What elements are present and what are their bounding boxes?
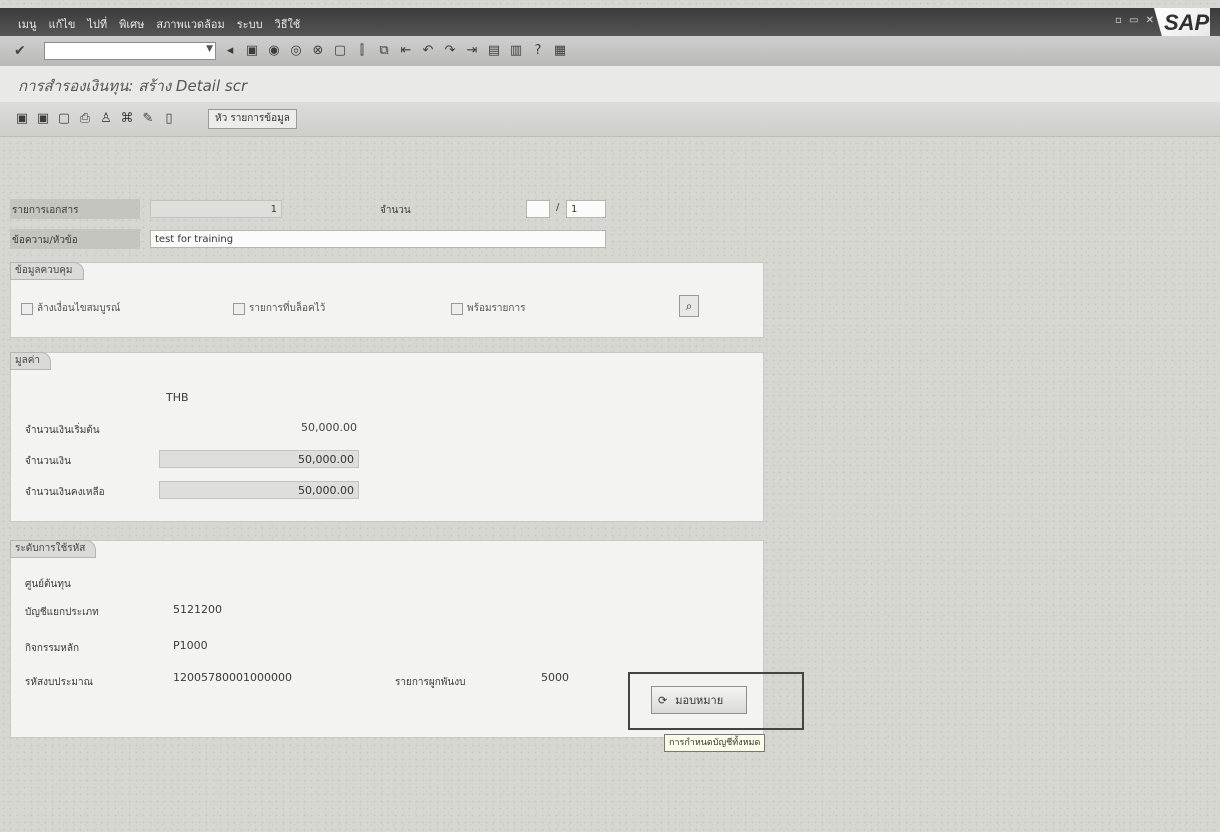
group-title: ระดับการใช้รหัส bbox=[10, 540, 97, 558]
prev-page-icon[interactable]: ↶ bbox=[420, 42, 436, 58]
checkbox-box[interactable] bbox=[21, 302, 33, 315]
group-title: มูลค่า bbox=[10, 352, 52, 370]
checkbox-label: พร้อมรายการ bbox=[467, 303, 526, 314]
amount-label: จำนวนเงินคงเหลือ bbox=[25, 487, 105, 498]
next-page-icon[interactable]: ↷ bbox=[442, 42, 458, 58]
attach-icon[interactable]: ⌘ bbox=[119, 110, 135, 126]
last-page-icon[interactable]: ⇥ bbox=[464, 42, 480, 58]
application-toolbar: ▣ ▣ ▢ ⎙ ♙ ⌘ ✎ ▯ หัว รายการข้อมูล bbox=[0, 102, 1220, 137]
gl-account-value[interactable]: 5121200 bbox=[173, 603, 222, 616]
back-icon[interactable]: ◉ bbox=[266, 42, 282, 58]
amount-field[interactable]: 50,000.00 bbox=[159, 450, 359, 468]
menu-item[interactable]: ระบบ bbox=[237, 15, 263, 33]
slash-separator: / bbox=[556, 202, 560, 213]
doc-item-field[interactable]: 1 bbox=[150, 200, 282, 218]
amount-field[interactable]: 50,000.00 bbox=[159, 481, 359, 499]
assign-button[interactable]: ⟳ มอบหมาย bbox=[651, 686, 747, 714]
command-field[interactable]: ▼ bbox=[44, 42, 216, 60]
menu-item[interactable]: วิธีใช้ bbox=[275, 15, 301, 33]
app-icons: ▣ ▣ ▢ ⎙ ♙ ⌘ ✎ ▯ bbox=[14, 110, 177, 126]
quantity-field-a[interactable] bbox=[526, 200, 550, 218]
amount-label: จำนวนเงินเริ่มต้น bbox=[25, 425, 100, 436]
system-toolbar: ✔ ▼ ◂ ▣ ◉ ◎ ⊗ ▢ ⫿ ⧉ ⇤ ↶ ↷ ⇥ ▤ ▥ ? ▦ bbox=[0, 36, 1220, 67]
menu-item[interactable]: แก้ไข bbox=[49, 15, 76, 33]
menu-bar: เมนู แก้ไข ไปที่ พิเศษ สภาพแวดล้อม ระบบ … bbox=[0, 8, 1220, 44]
amount-label: จำนวนเงิน bbox=[25, 456, 71, 467]
find-next-icon[interactable]: ⧉ bbox=[376, 42, 392, 58]
currency-label: THB bbox=[166, 391, 189, 404]
detail-icon[interactable]: ⌕ bbox=[679, 295, 699, 317]
header-items-button[interactable]: หัว รายการข้อมูล bbox=[208, 109, 297, 129]
print-icon[interactable]: ⎙ bbox=[77, 110, 93, 126]
page-title: การสำรองเงินทุน: สร้าง Detail scr bbox=[18, 77, 248, 95]
system-icons: ◂ ▣ ◉ ◎ ⊗ ▢ ⫿ ⧉ ⇤ ↶ ↷ ⇥ ▤ ▥ ? ▦ bbox=[222, 42, 568, 58]
budget-label: รหัสงบประมาณ bbox=[25, 677, 93, 688]
cost-center-label: ศูนย์ต้นทุน bbox=[25, 579, 71, 590]
fund-label: กิจกรรมหลัก bbox=[25, 643, 80, 654]
budget-value[interactable]: 12005780001000000 bbox=[173, 671, 292, 684]
change-icon[interactable]: ▣ bbox=[35, 110, 51, 126]
delete-icon[interactable]: ▯ bbox=[161, 110, 177, 126]
new-session-icon[interactable]: ▤ bbox=[486, 42, 502, 58]
checkbox-label: ล้างเงื่อนไขสมบูรณ์ bbox=[37, 303, 121, 314]
edit-icon[interactable]: ✎ bbox=[140, 110, 156, 126]
cancel-icon[interactable]: ⊗ bbox=[310, 42, 326, 58]
window-controls[interactable]: ▫ ▭ ✕ bbox=[1115, 15, 1156, 26]
gl-account-label: บัญชีแยกประเภท bbox=[25, 607, 99, 618]
quantity-field[interactable]: 1 bbox=[566, 200, 606, 218]
group-amounts: มูลค่า THB จำนวนเงินเริ่มต้น 50,000.00 จ… bbox=[10, 352, 764, 522]
shortcut-icon[interactable]: ▥ bbox=[508, 42, 524, 58]
print-icon[interactable]: ▢ bbox=[332, 42, 348, 58]
chevron-down-icon[interactable]: ▼ bbox=[206, 44, 213, 54]
checkbox-complete[interactable]: ล้างเงื่อนไขสมบูรณ์ bbox=[21, 301, 120, 316]
doc-item-label: รายการเอกสาร bbox=[12, 205, 79, 216]
sap-logo-text: SAP bbox=[1164, 10, 1210, 35]
help-icon[interactable]: ? bbox=[530, 42, 546, 58]
menu-item[interactable]: สภาพแวดล้อม bbox=[156, 15, 224, 33]
exit-icon[interactable]: ◎ bbox=[288, 42, 304, 58]
enter-icon[interactable]: ✔ bbox=[14, 43, 26, 59]
fund-value[interactable]: P1000 bbox=[173, 639, 208, 652]
assign-icon: ⟳ bbox=[658, 693, 668, 707]
layout-icon[interactable]: ▦ bbox=[552, 42, 568, 58]
checkbox-box[interactable] bbox=[451, 302, 463, 315]
menu-item[interactable]: ไปที่ bbox=[87, 15, 107, 33]
screen-title-bar: การสำรองเงินทุน: สร้าง Detail scr bbox=[0, 66, 1220, 102]
checkbox-ready[interactable]: พร้อมรายการ bbox=[451, 301, 525, 316]
group-control-data: ข้อมูลควบคุม ล้างเงื่อนไขสมบูรณ์ รายการท… bbox=[10, 262, 764, 338]
assign-button-label: มอบหมาย bbox=[675, 694, 724, 707]
group-title: ข้อมูลควบคุม bbox=[10, 262, 84, 280]
find-icon[interactable]: ⫿ bbox=[354, 42, 370, 58]
display-icon[interactable]: ▣ bbox=[14, 110, 30, 126]
text-field[interactable]: test for training bbox=[150, 230, 606, 248]
checkbox-label: รายการที่บล็อคไว้ bbox=[249, 303, 326, 314]
menu-item[interactable]: พิเศษ bbox=[119, 15, 144, 33]
tooltip: การกำหนดบัญชีทั้งหมด bbox=[664, 734, 766, 752]
quantity-label: จำนวน bbox=[380, 205, 411, 216]
collapse-icon[interactable]: ◂ bbox=[222, 42, 238, 58]
checkbox-box[interactable] bbox=[233, 302, 245, 315]
menu-item[interactable]: เมนู bbox=[18, 15, 37, 33]
first-page-icon[interactable]: ⇤ bbox=[398, 42, 414, 58]
commitment-value[interactable]: 5000 bbox=[541, 671, 569, 684]
user-icon[interactable]: ♙ bbox=[98, 110, 114, 126]
commitment-label: รายการผูกพันงบ bbox=[395, 677, 466, 688]
text-label: ข้อความ/หัวข้อ bbox=[12, 235, 78, 246]
amount-value: 50,000.00 bbox=[301, 421, 357, 434]
create-icon[interactable]: ▢ bbox=[56, 110, 72, 126]
save-icon[interactable]: ▣ bbox=[244, 42, 260, 58]
menu-items: เมนู แก้ไข ไปที่ พิเศษ สภาพแวดล้อม ระบบ … bbox=[18, 15, 300, 33]
checkbox-blocked[interactable]: รายการที่บล็อคไว้ bbox=[233, 301, 325, 316]
